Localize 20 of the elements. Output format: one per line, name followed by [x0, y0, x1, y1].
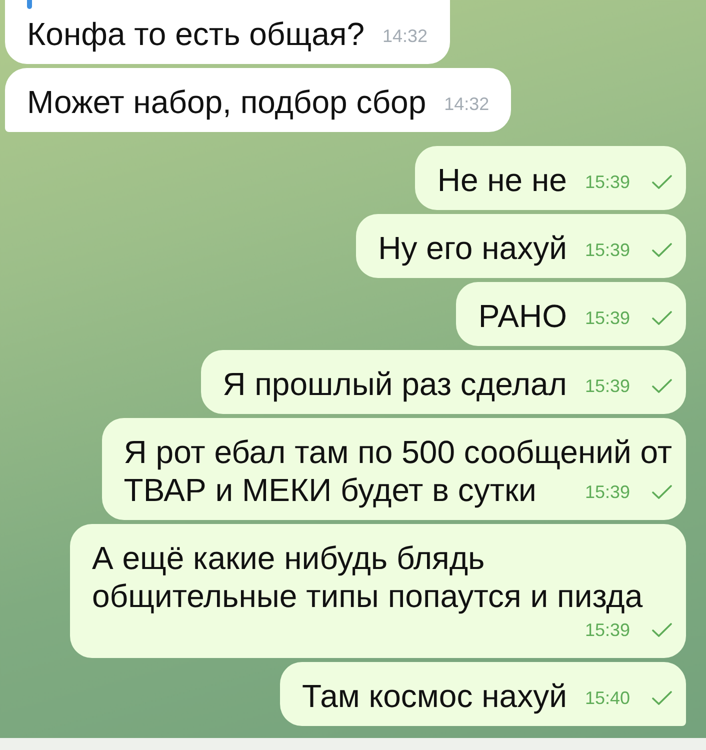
message-text: А ещё какие нибудь блядь: [92, 539, 486, 577]
message-text: Ну его нахуй: [378, 229, 567, 267]
message-text: Я рот ебал там по 500 сообщений от: [124, 433, 672, 471]
message-time: 14:32: [444, 94, 490, 114]
message-text: Конфа то есть общая?: [27, 15, 364, 53]
message-time: 15:40: [584, 688, 630, 708]
message-text: Там космос нахуй: [302, 677, 567, 715]
message-text: общительные типы попаутся и пизда: [92, 577, 643, 615]
message-time: 15:39: [584, 620, 630, 640]
message-text: Не не не: [437, 161, 567, 199]
message-time: 15:39: [584, 308, 630, 328]
message-text: Может набор, подбор сбор: [27, 83, 426, 121]
message-text: Я прошлый раз сделал: [222, 365, 567, 403]
message-text: РАНО: [478, 297, 567, 335]
message-time: 15:39: [584, 172, 630, 192]
message-time: 15:39: [584, 482, 630, 502]
message-time: 15:39: [584, 376, 630, 396]
message-time: 15:39: [584, 240, 630, 260]
message-text: ТВАР и МЕКИ будет в сутки: [124, 471, 536, 509]
message-time: 14:32: [382, 26, 428, 46]
